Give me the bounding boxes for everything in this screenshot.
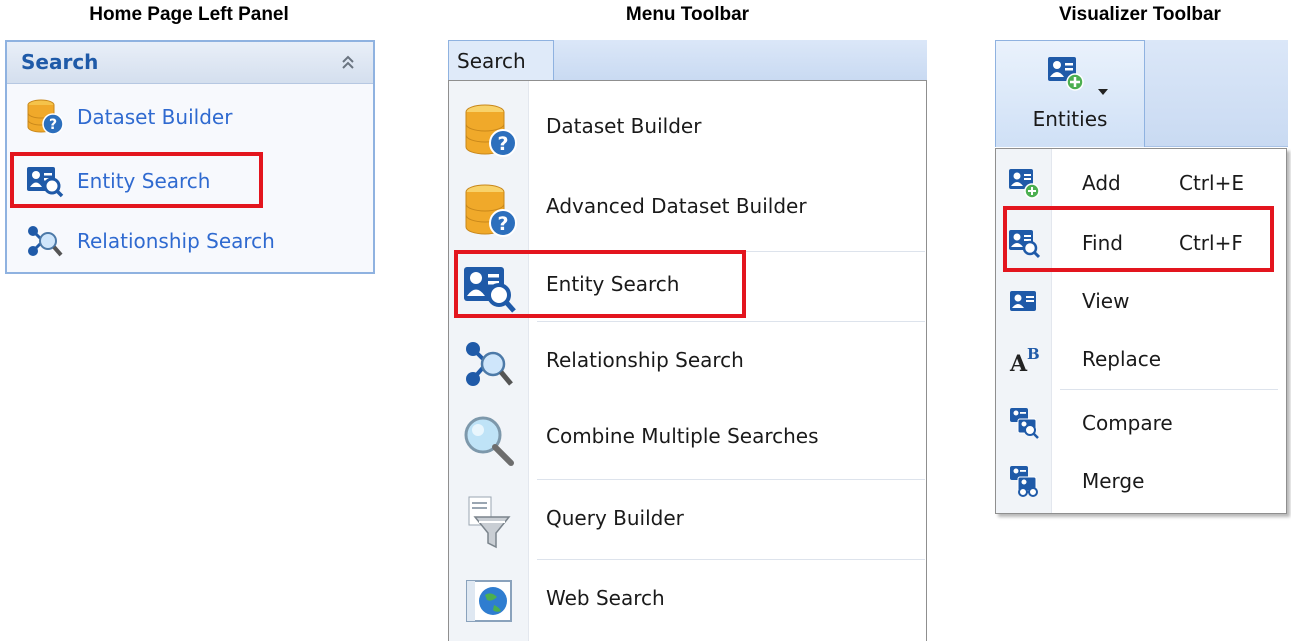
entities-dropdown-menu: Add Ctrl+E Find Ctrl+F View A B Replace …	[995, 148, 1287, 514]
panel-title: Search	[21, 50, 99, 74]
double-chevron-up-icon[interactable]	[339, 52, 357, 72]
magnifier-icon	[464, 416, 514, 466]
chevron-down-icon[interactable]	[1098, 89, 1108, 95]
menu-item-label: Replace	[1082, 347, 1162, 371]
compare-icon	[1010, 408, 1039, 439]
entity-card-icon	[1010, 291, 1036, 311]
panel-item-label: Relationship Search	[77, 229, 275, 253]
menu-item-compare[interactable]: Compare	[996, 393, 1286, 453]
menu-separator	[1060, 389, 1278, 390]
heading-visualizer-toolbar: Visualizer Toolbar	[1059, 4, 1221, 25]
entity-search-icon	[27, 167, 64, 198]
menu-item-label: Dataset Builder	[546, 114, 702, 138]
menu-separator	[537, 321, 925, 322]
menu-item-dataset-builder[interactable]: ? Dataset Builder	[449, 89, 927, 169]
menu-item-web-search[interactable]: Web Search	[449, 561, 927, 641]
svg-text:?: ?	[497, 213, 508, 235]
database-question-icon: ?	[27, 99, 64, 135]
menu-item-entity-search[interactable]: Entity Search	[449, 247, 927, 327]
menu-item-relationship-search[interactable]: Relationship Search	[449, 323, 927, 403]
menu-item-replace[interactable]: A B Replace	[996, 329, 1286, 389]
entities-button-label: Entities	[1032, 107, 1108, 131]
database-question-icon: ?	[465, 104, 517, 157]
menu-item-query-builder[interactable]: Query Builder	[449, 481, 927, 561]
visualizer-bar	[1145, 40, 1288, 147]
svg-text:B: B	[1027, 345, 1040, 363]
entity-search-icon	[1009, 230, 1040, 259]
menu-item-label: Find	[1082, 231, 1123, 255]
tab-search-label: Search	[457, 49, 526, 73]
entity-search-icon	[464, 267, 516, 313]
tab-search[interactable]: Search	[448, 40, 554, 80]
menu-separator	[537, 479, 925, 480]
menu-item-label: Add	[1082, 171, 1121, 195]
panel-item-entity-search[interactable]: Entity Search	[25, 160, 210, 202]
funnel-icon	[468, 496, 511, 549]
svg-text:?: ?	[497, 133, 508, 155]
search-dropdown-menu: ? Dataset Builder ? Advanced Dataset Bui…	[448, 80, 927, 641]
menu-item-label: Query Builder	[546, 506, 684, 530]
panel-item-dataset-builder[interactable]: ? Dataset Builder	[25, 96, 232, 138]
panel-item-label: Entity Search	[77, 169, 211, 193]
menu-item-label: Merge	[1082, 469, 1145, 493]
globe-icon	[466, 580, 512, 622]
home-left-panel: Search ? Dataset Builder Entity Search R…	[5, 40, 375, 274]
menu-item-label: View	[1082, 289, 1130, 313]
entity-add-icon	[1009, 169, 1040, 199]
menu-item-shortcut: Ctrl+F	[1179, 231, 1243, 255]
menu-item-label: Entity Search	[546, 272, 680, 296]
menu-item-label: Compare	[1082, 411, 1173, 435]
menu-item-view[interactable]: View	[996, 271, 1286, 331]
svg-text:A: A	[1009, 351, 1028, 375]
panel-item-label: Dataset Builder	[77, 105, 233, 129]
svg-text:?: ?	[49, 117, 57, 133]
relationship-search-icon	[466, 342, 513, 386]
menu-item-advanced-dataset-builder[interactable]: ? Advanced Dataset Builder	[449, 169, 927, 249]
heading-menu-toolbar: Menu Toolbar	[625, 4, 750, 25]
menu-item-add[interactable]: Add Ctrl+E	[996, 153, 1286, 213]
menu-item-label: Combine Multiple Searches	[546, 424, 819, 448]
menu-item-find[interactable]: Find Ctrl+F	[996, 213, 1286, 273]
menu-item-combine-multiple-searches[interactable]: Combine Multiple Searches	[449, 399, 927, 479]
menu-item-label: Relationship Search	[546, 348, 744, 372]
panel-item-relationship-search[interactable]: Relationship Search	[25, 220, 275, 262]
merge-icon	[1010, 466, 1038, 497]
entity-add-icon	[1048, 57, 1084, 91]
menu-item-merge[interactable]: Merge	[996, 451, 1286, 511]
replace-icon: A B	[1009, 345, 1040, 375]
menu-item-shortcut: Ctrl+E	[1179, 171, 1244, 195]
heading-left-panel: Home Page Left Panel	[89, 4, 289, 25]
entities-button[interactable]: Entities	[995, 40, 1145, 147]
database-question-icon: ?	[465, 184, 517, 237]
menu-bar	[554, 40, 927, 81]
menu-separator	[537, 559, 925, 560]
panel-header[interactable]: Search	[7, 42, 373, 84]
menu-item-label: Web Search	[546, 586, 665, 610]
relationship-search-icon	[28, 226, 63, 257]
menu-item-label: Advanced Dataset Builder	[546, 194, 807, 218]
